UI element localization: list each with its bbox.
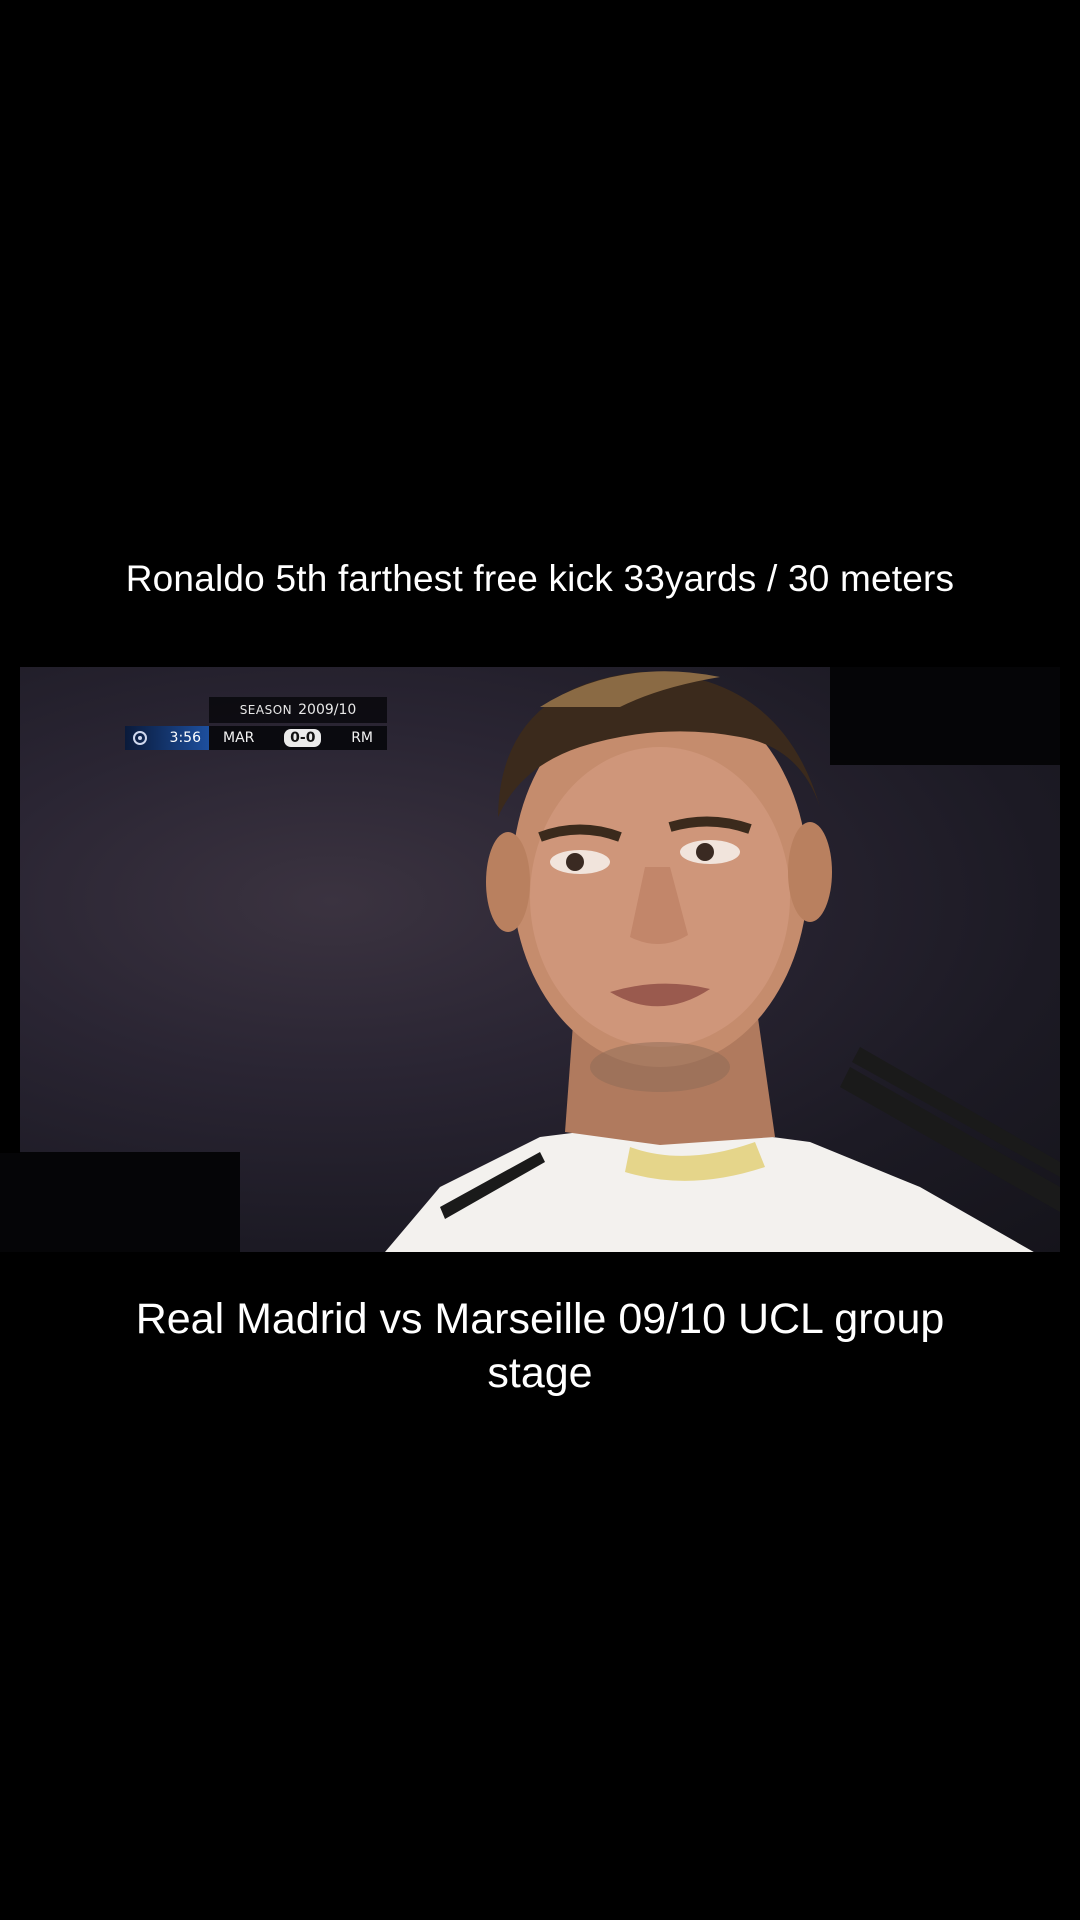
season-bar: SEASON 2009/10 bbox=[209, 697, 387, 723]
teams-score: MAR 0-0 RM bbox=[209, 726, 387, 750]
black-mask-bottom-left bbox=[20, 1152, 240, 1252]
season-label: SEASON bbox=[239, 703, 293, 717]
top-caption: Ronaldo 5th farthest free kick 33yards /… bbox=[125, 558, 955, 599]
score-row: 3:56 MAR 0-0 RM bbox=[125, 726, 387, 750]
bottom-caption: Real Madrid vs Marseille 09/10 UCL group… bbox=[135, 1295, 945, 1397]
black-mask-outer-left bbox=[0, 1153, 20, 1252]
score: 0-0 bbox=[284, 729, 322, 747]
video-frame[interactable]: SEASON 2009/10 3:56 MAR 0-0 RM bbox=[20, 667, 1060, 1252]
match-clock: 3:56 bbox=[125, 726, 209, 750]
black-mask-top-right bbox=[830, 667, 1060, 765]
season-value: 2009/10 bbox=[298, 702, 357, 718]
clock-time: 3:56 bbox=[169, 730, 201, 746]
home-team: MAR bbox=[223, 730, 255, 746]
away-team: RM bbox=[351, 730, 373, 746]
champions-league-ball-icon bbox=[133, 731, 147, 745]
